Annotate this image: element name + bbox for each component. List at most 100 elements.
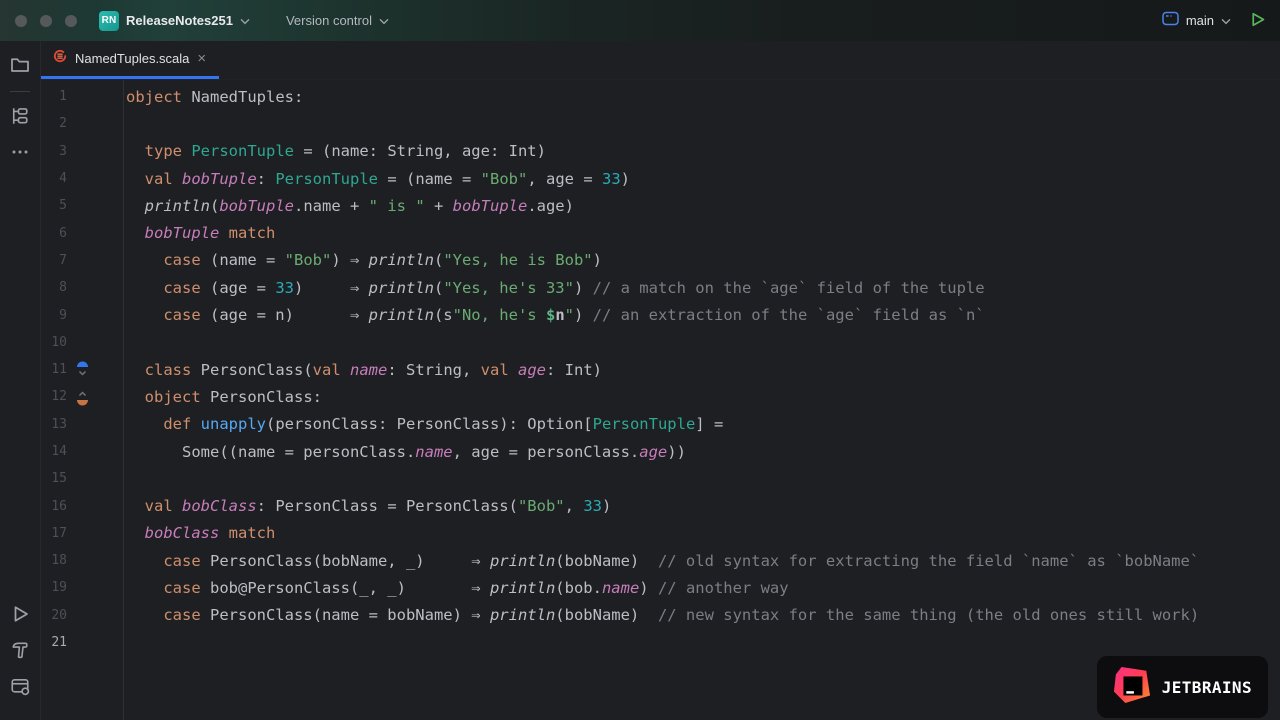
line-number[interactable]: 12 bbox=[41, 389, 67, 404]
code-line[interactable]: 8 case (age = 33) ⇒ println("Yes, he's 3… bbox=[41, 274, 1280, 301]
code-line[interactable]: 1 object NamedTuples: bbox=[41, 83, 1280, 110]
strip-divider bbox=[10, 91, 30, 92]
code-text[interactable]: case PersonClass(bobName, _) ⇒ println(b… bbox=[123, 552, 1199, 570]
zoom-window-button[interactable] bbox=[65, 15, 77, 27]
code-text[interactable]: object PersonClass: bbox=[123, 388, 322, 406]
code-text[interactable]: println(bobTuple.name + " is " + bobTupl… bbox=[123, 197, 574, 215]
code-text[interactable]: case (name = "Bob") ⇒ println("Yes, he i… bbox=[123, 251, 602, 269]
code-line[interactable]: 14 Some((name = personClass.name, age = … bbox=[41, 438, 1280, 465]
build-toolwindow-button[interactable] bbox=[6, 636, 34, 664]
line-number[interactable]: 20 bbox=[41, 608, 67, 623]
code-editor[interactable]: 1 object NamedTuples: 2 3 type PersonTuple … bbox=[41, 80, 1280, 720]
line-number[interactable]: 18 bbox=[41, 553, 67, 568]
code-line[interactable]: 6 bobTuple match bbox=[41, 219, 1280, 246]
code-line[interactable]: 10 bbox=[41, 329, 1280, 356]
editor-panel: NamedTuples.scala × 1 object NamedTuples:… bbox=[41, 41, 1280, 720]
titlebar: RN ReleaseNotes251 Version control main bbox=[0, 0, 1280, 41]
code-line[interactable]: 21 bbox=[41, 629, 1280, 656]
code-text[interactable]: bobClass match bbox=[123, 524, 275, 542]
vcs-widget[interactable]: Version control bbox=[286, 12, 389, 30]
chevron-down-icon bbox=[240, 12, 250, 30]
line-number[interactable]: 6 bbox=[41, 226, 67, 241]
code-text[interactable]: case (age = n) ⇒ println(s"No, he's $n")… bbox=[123, 306, 985, 324]
run-play-icon bbox=[1249, 11, 1266, 31]
code-line[interactable]: 4 val bobTuple: PersonTuple = (name = "B… bbox=[41, 165, 1280, 192]
jetbrains-logo-icon bbox=[1113, 666, 1151, 708]
code-line[interactable]: 5 println(bobTuple.name + " is " + bobTu… bbox=[41, 192, 1280, 219]
line-number[interactable]: 11 bbox=[41, 362, 67, 377]
line-number[interactable]: 19 bbox=[41, 580, 67, 595]
chevron-down-icon bbox=[1221, 12, 1231, 30]
jetbrains-badge: JETBRAINS bbox=[1097, 656, 1268, 718]
code-line[interactable]: 15 bbox=[41, 465, 1280, 492]
code-line[interactable]: 18 case PersonClass(bobName, _) ⇒ printl… bbox=[41, 547, 1280, 574]
tab-bar: NamedTuples.scala × bbox=[41, 41, 1280, 80]
code-line[interactable]: 19 case bob@PersonClass(_, _) ⇒ println(… bbox=[41, 574, 1280, 601]
line-number[interactable]: 9 bbox=[41, 308, 67, 323]
code-text[interactable]: case bob@PersonClass(_, _) ⇒ println(bob… bbox=[123, 579, 789, 597]
branch-name: main bbox=[1186, 13, 1214, 28]
code-text[interactable]: val bobTuple: PersonTuple = (name = "Bob… bbox=[123, 170, 630, 188]
main-area: NamedTuples.scala × 1 object NamedTuples:… bbox=[0, 41, 1280, 720]
line-number[interactable]: 8 bbox=[41, 280, 67, 295]
code-line[interactable]: 12 object PersonClass: bbox=[41, 383, 1280, 410]
branch-widget[interactable]: main bbox=[1162, 11, 1231, 31]
code-text[interactable]: class PersonClass(val name: String, val … bbox=[123, 361, 602, 379]
minimize-window-button[interactable] bbox=[40, 15, 52, 27]
line-number[interactable]: 13 bbox=[41, 417, 67, 432]
gutter-class-icon[interactable] bbox=[67, 359, 123, 381]
code-line[interactable]: 13 def unapply(personClass: PersonClass)… bbox=[41, 411, 1280, 438]
code-line[interactable]: 7 case (name = "Bob") ⇒ println("Yes, he… bbox=[41, 247, 1280, 274]
project-toolwindow-button[interactable] bbox=[6, 51, 34, 79]
run-button[interactable] bbox=[1249, 11, 1266, 31]
branch-icon bbox=[1162, 11, 1179, 31]
line-number[interactable]: 4 bbox=[41, 171, 67, 186]
project-widget[interactable]: RN ReleaseNotes251 bbox=[99, 11, 250, 31]
gutter-object-icon[interactable] bbox=[67, 386, 123, 408]
close-window-button[interactable] bbox=[15, 15, 27, 27]
structure-toolwindow-button[interactable] bbox=[6, 102, 34, 130]
line-number[interactable]: 15 bbox=[41, 471, 67, 486]
code-text[interactable]: def unapply(personClass: PersonClass): O… bbox=[123, 415, 723, 433]
code-text[interactable]: case (age = 33) ⇒ println("Yes, he's 33"… bbox=[123, 279, 985, 297]
code-lines: 1 object NamedTuples: 2 3 type PersonTuple … bbox=[41, 83, 1280, 656]
code-text[interactable]: case PersonClass(name = bobName) ⇒ print… bbox=[123, 606, 1199, 624]
line-number[interactable]: 3 bbox=[41, 144, 67, 159]
code-line[interactable]: 17 bobClass match bbox=[41, 520, 1280, 547]
ide-window: RN ReleaseNotes251 Version control main bbox=[0, 0, 1280, 720]
project-badge-icon: RN bbox=[99, 11, 119, 31]
toolwindow-strip bbox=[0, 41, 41, 720]
code-text[interactable]: bobTuple match bbox=[123, 224, 275, 242]
tab-namedtuples-scala[interactable]: NamedTuples.scala × bbox=[41, 41, 219, 79]
tab-label: NamedTuples.scala bbox=[75, 51, 189, 66]
line-number[interactable]: 1 bbox=[41, 89, 67, 104]
line-number[interactable]: 14 bbox=[41, 444, 67, 459]
code-text[interactable]: Some((name = personClass.name, age = per… bbox=[123, 443, 686, 461]
project-name: ReleaseNotes251 bbox=[126, 13, 233, 28]
code-line[interactable]: 2 bbox=[41, 110, 1280, 137]
line-number[interactable]: 10 bbox=[41, 335, 67, 350]
window-controls bbox=[0, 15, 77, 27]
gutter-separator bbox=[123, 80, 124, 720]
line-number[interactable]: 21 bbox=[41, 635, 67, 650]
services-toolwindow-button[interactable] bbox=[6, 672, 34, 700]
line-number[interactable]: 7 bbox=[41, 253, 67, 268]
code-text[interactable]: type PersonTuple = (name: String, age: I… bbox=[123, 142, 546, 160]
line-number[interactable]: 17 bbox=[41, 526, 67, 541]
code-text[interactable]: object NamedTuples: bbox=[123, 88, 303, 106]
line-number[interactable]: 16 bbox=[41, 499, 67, 514]
code-line[interactable]: 20 case PersonClass(name = bobName) ⇒ pr… bbox=[41, 602, 1280, 629]
code-line[interactable]: 9 case (age = n) ⇒ println(s"No, he's $n… bbox=[41, 301, 1280, 328]
scala-file-icon bbox=[52, 48, 68, 69]
vcs-label: Version control bbox=[286, 13, 372, 28]
more-toolwindows-button[interactable] bbox=[6, 138, 34, 166]
code-line[interactable]: 16 val bobClass: PersonClass = PersonCla… bbox=[41, 492, 1280, 519]
close-tab-icon[interactable]: × bbox=[196, 51, 207, 66]
code-text[interactable]: val bobClass: PersonClass = PersonClass(… bbox=[123, 497, 611, 515]
chevron-down-icon bbox=[379, 12, 389, 30]
line-number[interactable]: 5 bbox=[41, 198, 67, 213]
code-line[interactable]: 11 class PersonClass(val name: String, v… bbox=[41, 356, 1280, 383]
code-line[interactable]: 3 type PersonTuple = (name: String, age:… bbox=[41, 138, 1280, 165]
line-number[interactable]: 2 bbox=[41, 116, 67, 131]
run-toolwindow-button[interactable] bbox=[6, 600, 34, 628]
